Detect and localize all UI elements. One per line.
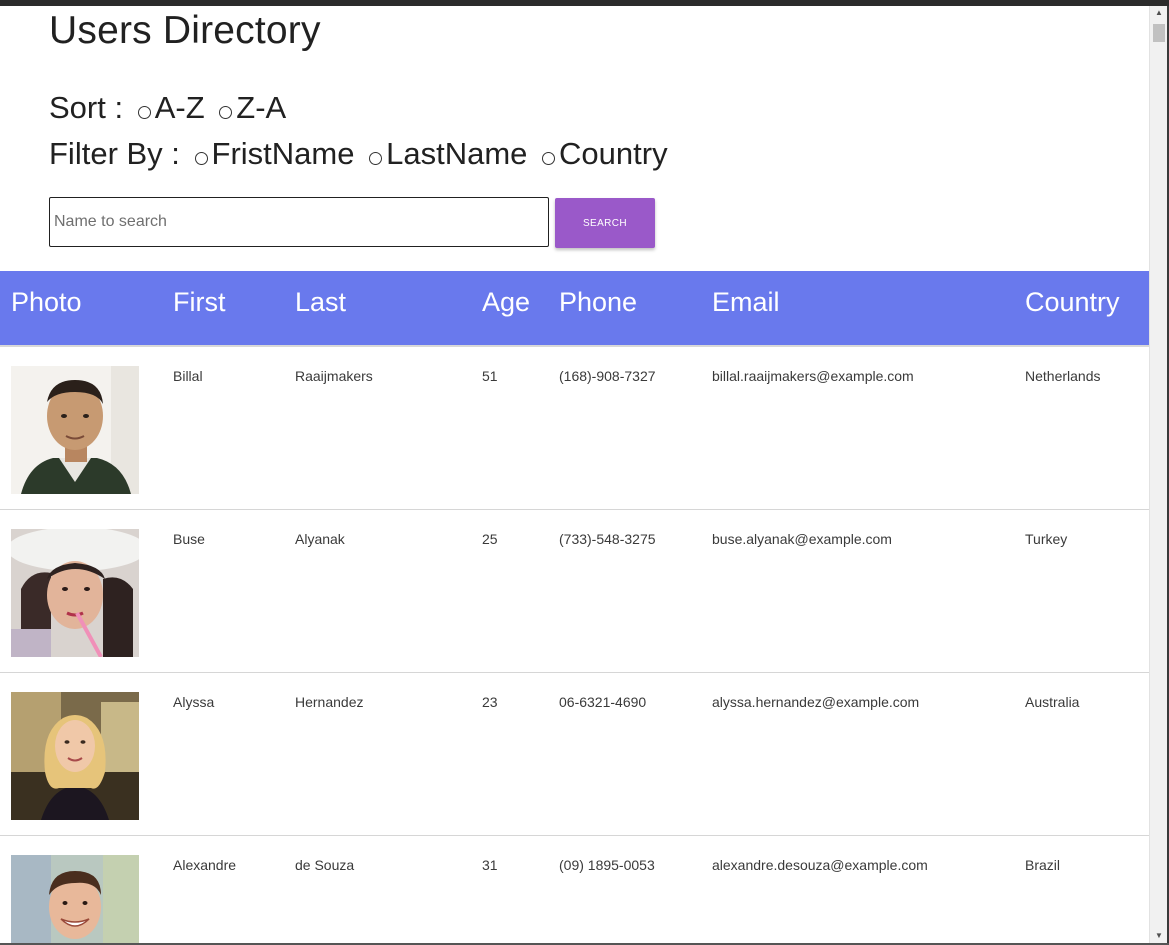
filter-options: Filter By : FristName LastName Country (49, 136, 668, 172)
radio-circle-icon[interactable] (542, 152, 556, 165)
cell-phone: (733)-548-3275 (559, 531, 656, 547)
sort-option-label: A-Z (154, 90, 205, 125)
table-row: Billal Raaijmakers 51 (168)-908-7327 bil… (0, 347, 1149, 510)
cell-last: Alyanak (295, 531, 345, 547)
table-row: Alexandre de Souza 31 (09) 1895-0053 ale… (0, 836, 1149, 943)
sort-radio-a-z[interactable]: A-Z (132, 90, 205, 126)
cell-first: Alyssa (173, 694, 215, 710)
cell-phone: 06-6321-4690 (559, 694, 647, 710)
vertical-scrollbar[interactable]: ▲ ▼ (1149, 6, 1167, 943)
sort-radio-z-a[interactable]: Z-A (213, 90, 286, 126)
cell-age: 51 (482, 368, 498, 384)
cell-country: Netherlands (1025, 368, 1101, 384)
cell-email: alexandre.desouza@example.com (712, 857, 928, 873)
table-row: Buse Alyanak 25 (733)-548-3275 buse.alya… (0, 510, 1149, 673)
user-photo (11, 366, 139, 494)
cell-email: billal.raaijmakers@example.com (712, 368, 914, 384)
column-header-last: Last (295, 287, 347, 317)
cell-age: 25 (482, 531, 498, 547)
cell-email: alyssa.hernandez@example.com (712, 694, 920, 710)
cell-country: Brazil (1025, 857, 1061, 873)
filter-radio-country[interactable]: Country (536, 136, 668, 172)
radio-circle-icon[interactable] (194, 152, 208, 165)
filter-option-label: Country (559, 136, 668, 171)
cell-first: Billal (173, 368, 203, 384)
column-header-phone: Phone (559, 287, 638, 317)
user-photo (11, 692, 139, 820)
scroll-down-arrow-icon[interactable]: ▼ (1150, 929, 1168, 943)
scroll-up-arrow-icon[interactable]: ▲ (1150, 6, 1168, 20)
cell-phone: (09) 1895-0053 (559, 857, 655, 873)
column-header-first: First (173, 287, 226, 317)
cell-country: Australia (1025, 694, 1080, 710)
filter-radio-firstname[interactable]: FristName (189, 136, 355, 172)
sort-option-label: Z-A (236, 90, 287, 125)
sort-label: Sort : (49, 90, 124, 125)
cell-email: buse.alyanak@example.com (712, 531, 892, 547)
user-photo (11, 855, 139, 943)
radio-circle-icon[interactable] (219, 106, 233, 119)
user-photo (11, 529, 139, 657)
column-header-age: Age (482, 287, 531, 317)
cell-first: Buse (173, 531, 205, 547)
column-header-email: Email (712, 287, 780, 317)
cell-last: de Souza (295, 857, 355, 873)
scrollbar-thumb[interactable] (1153, 24, 1165, 42)
cell-last: Raaijmakers (295, 368, 373, 384)
radio-circle-icon[interactable] (369, 152, 383, 165)
table-row: Alyssa Hernandez 23 06-6321-4690 alyssa.… (0, 673, 1149, 836)
cell-age: 23 (482, 694, 498, 710)
cell-age: 31 (482, 857, 498, 873)
filter-label: Filter By : (49, 136, 180, 171)
filter-option-label: LastName (386, 136, 528, 171)
column-header-photo: Photo (11, 287, 82, 317)
search-input[interactable] (49, 197, 549, 247)
page-title: Users Directory (49, 9, 321, 52)
filter-radio-lastname[interactable]: LastName (363, 136, 527, 172)
cell-country: Turkey (1025, 531, 1068, 547)
cell-last: Hernandez (295, 694, 364, 710)
search-button[interactable]: SEARCH (555, 198, 655, 248)
filter-option-label: FristName (211, 136, 355, 171)
table-header: Photo First Last Age Phone Email Country (0, 271, 1149, 345)
radio-circle-icon[interactable] (137, 106, 151, 119)
column-header-country: Country (1025, 287, 1120, 317)
sort-options: Sort : A-Z Z-A (49, 90, 286, 126)
cell-phone: (168)-908-7327 (559, 368, 656, 384)
cell-first: Alexandre (173, 857, 237, 873)
